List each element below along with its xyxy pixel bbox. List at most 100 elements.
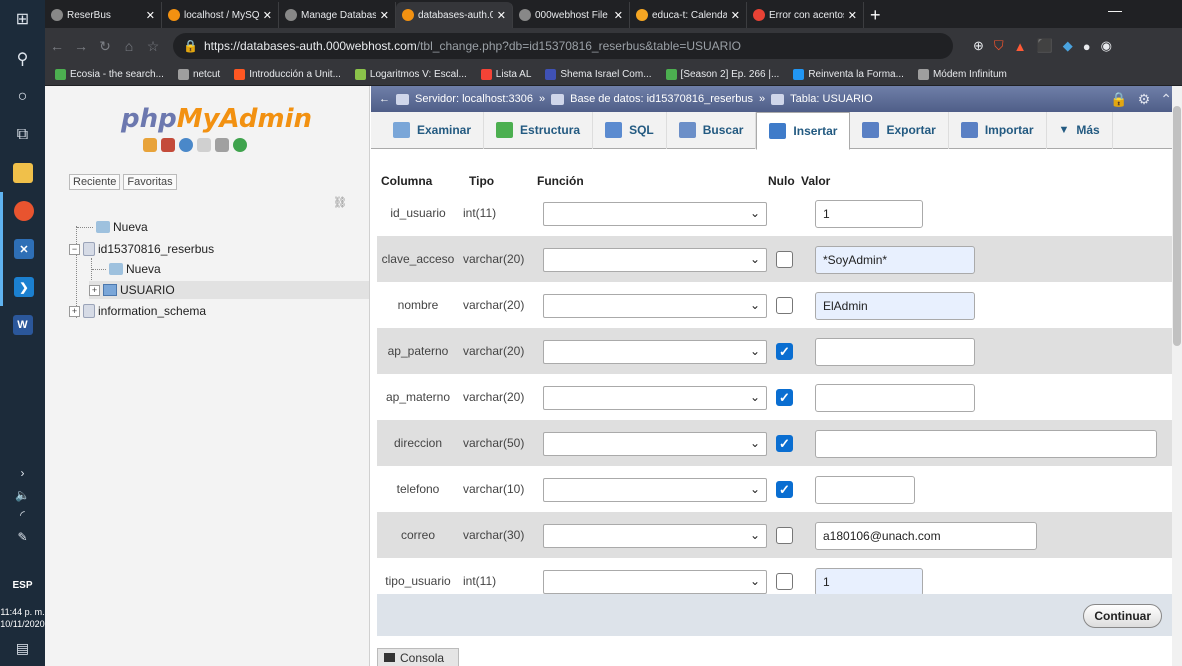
extension-icon[interactable]: ⬛	[1037, 38, 1053, 54]
search-icon[interactable]: ⚲	[0, 40, 45, 78]
function-select[interactable]: ⌄	[543, 248, 767, 272]
null-checkbox[interactable]: ✓	[776, 481, 793, 498]
language-indicator[interactable]: ESP	[0, 580, 45, 591]
function-select[interactable]: ⌄	[543, 478, 767, 502]
reload-nav-icon[interactable]	[233, 138, 247, 152]
breadcrumb-database[interactable]: Base de datos: id15370816_reserbus	[570, 93, 753, 105]
browser-tab[interactable]: 000webhost File M ✕	[513, 2, 630, 28]
gear-icon[interactable]: ⚙	[1138, 91, 1151, 108]
bookmark-item[interactable]: Shema Israel Com...	[545, 69, 652, 80]
back-icon[interactable]: ←	[45, 38, 69, 54]
null-checkbox[interactable]: ✓	[776, 389, 793, 406]
close-icon[interactable]: ✕	[263, 9, 272, 22]
tree-item-db-reserbus[interactable]: − id15370816_reserbus	[69, 240, 214, 258]
value-input[interactable]: ElAdmin	[815, 292, 975, 320]
null-checkbox[interactable]	[776, 251, 793, 268]
function-select[interactable]: ⌄	[543, 570, 767, 594]
console-toggle[interactable]: Consola	[377, 648, 459, 666]
tree-item-table-usuario[interactable]: + USUARIO	[89, 281, 369, 299]
lock-icon[interactable]: 🔒	[1110, 91, 1127, 108]
continue-button[interactable]: Continuar	[1083, 604, 1162, 628]
wifi-icon[interactable]: ◜	[0, 508, 45, 522]
bookmark-icon[interactable]: ☆	[141, 38, 165, 55]
bookmark-item[interactable]: Lista AL	[480, 69, 531, 80]
extension-icon-3[interactable]: ●	[1083, 39, 1091, 54]
null-checkbox[interactable]: ✓	[776, 435, 793, 452]
tab-browse[interactable]: Examinar	[381, 111, 485, 149]
browser-tab[interactable]: databases-auth.000 ✕	[396, 2, 513, 28]
nav-tab-favorites[interactable]: Favoritas	[123, 174, 177, 190]
minimize-icon[interactable]: —	[1108, 2, 1122, 18]
value-input[interactable]: 1	[815, 200, 923, 228]
clock[interactable]: 11:44 p. m. 10/11/2020	[0, 606, 45, 630]
browser-tab[interactable]: localhost / MySQL ✕	[162, 2, 279, 28]
tab-more[interactable]: ▼ Más	[1047, 111, 1113, 149]
bookmark-item[interactable]: [Season 2] Ep. 266 |...	[665, 69, 779, 80]
bookmark-item[interactable]: netcut	[177, 69, 220, 80]
tree-item-new-db[interactable]: Nueva	[77, 218, 148, 236]
new-tab-button[interactable]: +	[864, 2, 887, 28]
chevron-up-icon[interactable]: ›	[0, 466, 45, 480]
taskbar-brave[interactable]	[0, 192, 45, 230]
profile-icon[interactable]: ◉	[1101, 38, 1112, 54]
task-view-icon[interactable]: ⧉	[0, 116, 45, 154]
brave-shield-icon[interactable]: ⛉	[994, 38, 1004, 54]
tab-search[interactable]: Buscar	[667, 111, 757, 149]
taskbar-file-explorer[interactable]	[0, 154, 45, 192]
browser-tab[interactable]: educa-t: Calendari ✕	[630, 2, 747, 28]
tab-structure[interactable]: Estructura	[484, 111, 594, 149]
value-input[interactable]	[815, 476, 915, 504]
value-input[interactable]: 1	[815, 568, 923, 596]
nav-tab-recent[interactable]: Reciente	[69, 174, 121, 190]
bookmark-item[interactable]: Logaritmos V: Escal...	[354, 69, 467, 80]
scrollbar[interactable]	[1172, 86, 1182, 666]
taskbar-word[interactable]: W	[0, 306, 45, 344]
function-select[interactable]: ⌄	[543, 202, 767, 226]
url-field[interactable]: 🔒 https://databases-auth.000webhost.com/…	[173, 33, 953, 59]
scrollbar-thumb[interactable]	[1173, 106, 1181, 346]
brave-rewards-icon[interactable]: ▲	[1014, 39, 1027, 54]
bookmark-item[interactable]: Módem Infinitum	[917, 69, 1007, 80]
function-select[interactable]: ⌄	[543, 432, 767, 456]
taskbar-vscode[interactable]: ❯	[0, 268, 45, 306]
browser-tab[interactable]: Error con acentos ✕	[747, 2, 864, 28]
settings-icon[interactable]	[215, 138, 229, 152]
home-icon[interactable]	[143, 138, 157, 152]
browser-tab[interactable]: ReserBus ✕	[45, 2, 162, 28]
close-icon[interactable]: ✕	[497, 9, 506, 22]
windows-start-icon[interactable]: ⊞	[0, 0, 45, 38]
value-input[interactable]	[815, 338, 975, 366]
phpmyadmin-logo[interactable]: phpMyAdmin	[121, 104, 312, 134]
bookmark-item[interactable]: Ecosia - the search...	[55, 69, 164, 80]
browser-tab[interactable]: Manage Databases ✕	[279, 2, 396, 28]
value-input[interactable]: a180106@unach.com	[815, 522, 1037, 550]
collapse-icon[interactable]: −	[69, 243, 80, 255]
function-select[interactable]: ⌄	[543, 524, 767, 548]
notifications-icon[interactable]: ▤	[0, 640, 45, 657]
help-icon[interactable]	[179, 138, 193, 152]
cortana-icon[interactable]: ○	[0, 78, 45, 116]
tab-import[interactable]: Importar	[949, 111, 1047, 149]
expand-icon[interactable]: +	[69, 305, 80, 317]
tab-insert[interactable]: Insertar	[756, 111, 851, 150]
docs-icon[interactable]	[197, 138, 211, 152]
zoom-icon[interactable]: ⊕	[973, 38, 984, 54]
null-checkbox[interactable]	[776, 527, 793, 544]
value-input[interactable]	[815, 430, 1157, 458]
close-icon[interactable]: ✕	[731, 9, 740, 22]
collapse-arrow-icon[interactable]: ←	[379, 93, 390, 105]
value-input[interactable]: *SoyAdmin*	[815, 246, 975, 274]
close-icon[interactable]: ✕	[146, 9, 155, 22]
home-icon[interactable]: ⌂	[117, 38, 141, 54]
expand-icon[interactable]: +	[89, 284, 100, 296]
forward-icon[interactable]: →	[69, 38, 93, 54]
volume-icon[interactable]: 🔈	[0, 488, 45, 502]
reload-icon[interactable]: ↻	[93, 38, 117, 55]
null-checkbox[interactable]: ✓	[776, 343, 793, 360]
logout-icon[interactable]	[161, 138, 175, 152]
null-checkbox[interactable]	[776, 573, 793, 590]
pen-icon[interactable]: ✎	[0, 530, 45, 544]
link-icon[interactable]: ⛓	[333, 196, 347, 209]
null-checkbox[interactable]	[776, 297, 793, 314]
function-select[interactable]: ⌄	[543, 340, 767, 364]
